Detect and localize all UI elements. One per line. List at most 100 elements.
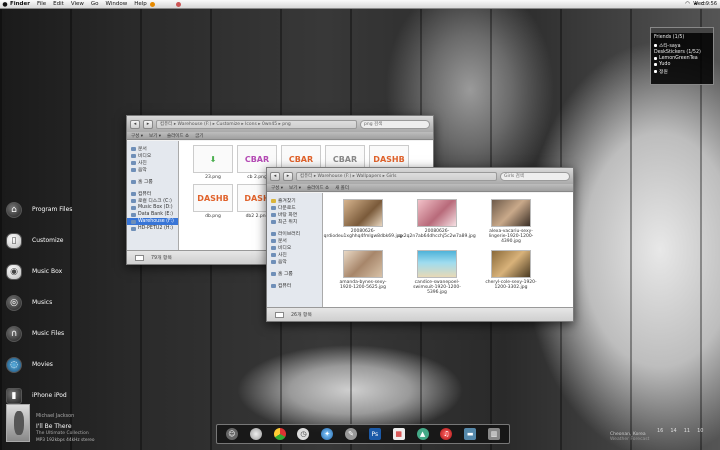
address-bar[interactable]: 컴퓨터 ▸ Warehouse (F:) ▸ Wallpapers ▸ Girl… — [296, 171, 497, 181]
nav-item[interactable]: 사진 — [267, 251, 322, 258]
file-item[interactable]: amanda-bynes-sexy-1920-1200-5625.jpg — [333, 250, 393, 295]
friends-widget-header[interactable] — [651, 28, 713, 33]
toolbar-slideshow[interactable]: 슬라이드 쇼 — [307, 185, 329, 191]
tools-icon[interactable]: ✎ — [345, 428, 358, 440]
toolbar-burn[interactable]: 굽기 — [195, 133, 203, 139]
friend-name: 스타·saya — [659, 44, 681, 49]
safari-icon[interactable]: ✦ — [321, 428, 334, 440]
nav-item-drive-selected[interactable]: Warehouse (F:) — [127, 218, 178, 225]
menu-edit[interactable]: Edit — [53, 1, 64, 7]
status-orb-icon-2[interactable] — [176, 2, 181, 9]
launcher-item-program-files[interactable]: ⌂ Program Files — [6, 194, 96, 225]
nav-item[interactable]: 다운로드 — [267, 204, 322, 211]
back-button[interactable]: ◂ — [130, 119, 140, 129]
menu-go[interactable]: Go — [91, 1, 99, 7]
file-item[interactable]: 20080626-qx2q2n7ab64dhcchj5c2w7a89.jpg — [398, 199, 476, 244]
finder-icon[interactable]: ☺ — [225, 428, 238, 440]
friend-item[interactable]: 정원 — [654, 68, 710, 75]
wifi-icon[interactable]: ◠ — [685, 1, 690, 7]
image-thumbnail — [343, 250, 383, 278]
window-titlebar[interactable]: ◂ ▸ 컴퓨터 ▸ Warehouse (F:) ▸ Customize ▸ I… — [127, 116, 433, 132]
nav-item-computer[interactable]: 컴퓨터 — [267, 282, 322, 289]
friend-item[interactable]: Yudo — [654, 62, 710, 67]
nav-item[interactable]: 최근 위치 — [267, 218, 322, 225]
nav-item[interactable]: 사진 — [127, 159, 178, 166]
apple-icon[interactable]: ● — [0, 1, 10, 8]
nav-item[interactable]: 음악 — [127, 166, 178, 173]
file-item[interactable]: DASHB db.png — [193, 184, 233, 219]
drive-icon — [131, 212, 136, 217]
menu-clock[interactable]: Wed 9:56 — [693, 1, 717, 7]
toolbar-slideshow[interactable]: 슬라이드 쇼 — [167, 133, 189, 139]
window-titlebar[interactable]: ◂ ▸ 컴퓨터 ▸ Warehouse (F:) ▸ Wallpapers ▸ … — [267, 168, 573, 184]
nav-item-drive[interactable]: Music Box (D:) — [127, 204, 178, 211]
itunes-icon[interactable]: ♫ — [440, 428, 453, 440]
launcher-item-music-files[interactable]: ∩ Music Files — [6, 318, 96, 349]
launcher-label: Music Files — [32, 330, 65, 337]
friend-item[interactable]: LemonGreenTea — [654, 56, 710, 61]
file-item[interactable]: cheryl-cole-sexy-1920-1200-3302.jpg — [481, 250, 541, 295]
friend-item[interactable]: DeskStickers (1/52) — [654, 50, 710, 55]
user-icon — [654, 70, 657, 73]
nav-item-homegroup[interactable]: 홈 그룹 — [127, 178, 178, 185]
nav-item[interactable]: 문서 — [127, 145, 178, 152]
nav-item-favorites[interactable]: 즐겨찾기 — [267, 197, 322, 204]
menu-finder[interactable]: Finder — [10, 1, 30, 7]
nav-item[interactable]: 비디오 — [127, 152, 178, 159]
friend-item[interactable]: 스타·saya — [654, 42, 710, 49]
menu-help[interactable]: Help — [134, 1, 147, 7]
search-input[interactable]: png 검색 — [360, 119, 430, 129]
launcher-item-music-box[interactable]: ◉ Music Box — [6, 256, 96, 287]
photoshop-icon[interactable]: Ps — [368, 428, 381, 440]
nav-item-homegroup[interactable]: 홈 그룹 — [267, 270, 322, 277]
search-input[interactable]: Girls 검색 — [500, 171, 570, 181]
status-orb-icon[interactable] — [150, 2, 155, 9]
launcher-item-customize[interactable]: ▯ Customize — [6, 225, 96, 256]
toolbar-view[interactable]: 보기 ▾ — [149, 133, 161, 139]
forecast-day: 11 — [683, 428, 691, 434]
nav-item-drive[interactable]: 로컬 디스크 (C:) — [127, 197, 178, 204]
window-toolbar: 구성 ▾ 보기 ▾ 슬라이드 쇼 굽기 — [127, 132, 433, 140]
album-art[interactable] — [6, 404, 30, 442]
menu-view[interactable]: View — [71, 1, 84, 7]
folder-icon[interactable]: ▬ — [464, 428, 477, 440]
nav-item-drive[interactable]: HD-PETU2 (H:) — [127, 225, 178, 232]
toolbar-view[interactable]: 보기 ▾ — [289, 185, 301, 191]
chrome-icon[interactable] — [273, 428, 286, 440]
computer-icon — [131, 191, 136, 196]
weather-forecast: 16 14 11 10 — [657, 428, 704, 434]
nav-item[interactable]: 바탕 화면 — [267, 211, 322, 218]
disc-icon[interactable] — [249, 428, 262, 440]
nav-item-computer[interactable]: 컴퓨터 — [127, 190, 178, 197]
menu-bar: ● Finder File Edit View Go Window Help ◠… — [0, 0, 720, 9]
menu-file[interactable]: File — [37, 1, 46, 7]
address-bar[interactable]: 컴퓨터 ▸ Warehouse (F:) ▸ Customize ▸ Icons… — [156, 119, 357, 129]
nav-item-drive[interactable]: Data Bank (E:) — [127, 211, 178, 218]
menu-window[interactable]: Window — [106, 1, 128, 7]
weather-widget[interactable]: Cheonan, Korea Weather Forecast — [610, 432, 649, 442]
back-button[interactable]: ◂ — [270, 171, 280, 181]
launcher-item-movies[interactable]: ◌ Movies — [6, 349, 96, 380]
calendar-icon[interactable]: ▦ — [392, 428, 405, 440]
nav-item-libraries[interactable]: 라이브러리 — [267, 230, 322, 237]
nav-label: 컴퓨터 — [278, 284, 292, 289]
file-item[interactable]: alexa-vacariu-sexy-lingerie-1920-1200-43… — [481, 199, 541, 244]
nav-item[interactable]: 문서 — [267, 237, 322, 244]
nav-item[interactable]: 음악 — [267, 258, 322, 265]
file-item[interactable]: ⬇ 23.png — [193, 145, 233, 180]
file-name: alexa-vacariu-sexy-lingerie-1920-1200-43… — [488, 229, 534, 244]
clock-icon[interactable]: ◷ — [297, 428, 310, 440]
forward-button[interactable]: ▸ — [283, 171, 293, 181]
launcher-item-musics[interactable]: ◎ Musics — [6, 287, 96, 318]
nav-item[interactable]: 비디오 — [267, 244, 322, 251]
toolbar-organize[interactable]: 구성 ▾ — [271, 185, 283, 191]
toolbar-organize[interactable]: 구성 ▾ — [131, 133, 143, 139]
file-item[interactable]: 20080626-qrdiodeu1xghhq4fmlgw8dbk69.jpg — [324, 199, 402, 244]
picture-icon[interactable]: ▲ — [416, 428, 429, 440]
forward-button[interactable]: ▸ — [143, 119, 153, 129]
file-item[interactable]: candice-swanepoel-swimsuit-1920-1200-539… — [407, 250, 467, 295]
file-name: candice-swanepoel-swimsuit-1920-1200-539… — [413, 280, 461, 295]
toolbar-new-folder[interactable]: 새 폴더 — [335, 185, 349, 191]
trash-icon[interactable]: ▥ — [488, 428, 501, 440]
explorer-window-front[interactable]: ◂ ▸ 컴퓨터 ▸ Warehouse (F:) ▸ Wallpapers ▸ … — [266, 167, 574, 322]
